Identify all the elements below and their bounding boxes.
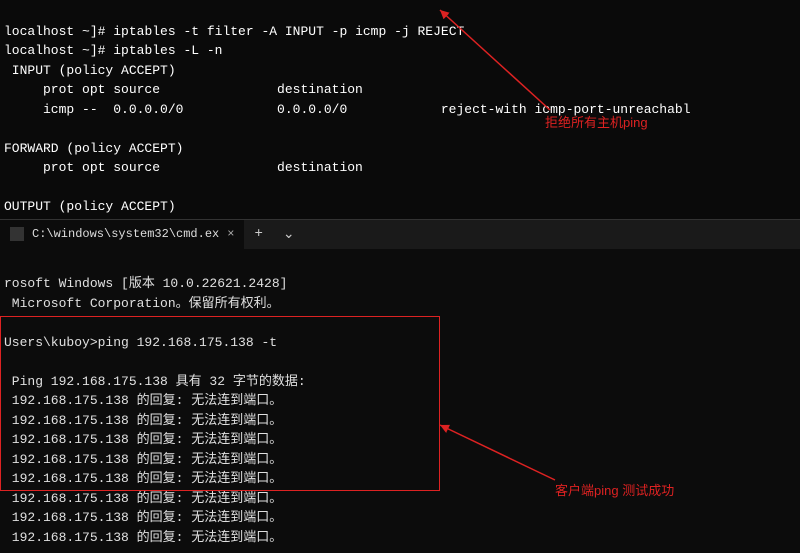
cmd-tab[interactable]: C:\windows\system32\cmd.ex × xyxy=(0,220,244,249)
terminal-line: FORWARD (policy ACCEPT) xyxy=(4,141,183,156)
terminal-line: 192.168.175.138 的回复: 无法连到端口。 xyxy=(4,393,282,408)
terminal-line: 192.168.175.138 的回复: 无法连到端口。 xyxy=(4,471,282,486)
terminal-line: 192.168.175.138 的回复: 无法连到端口。 xyxy=(4,510,282,525)
cmd-terminal[interactable]: rosoft Windows [版本 10.0.22621.2428] Micr… xyxy=(0,249,800,553)
annotation-top: 拒绝所有主机ping xyxy=(545,112,648,131)
terminal-line: Users\kuboy>ping 192.168.175.138 -t xyxy=(4,335,277,350)
terminal-line: localhost ~]# iptables -t filter -A INPU… xyxy=(4,24,464,39)
annotation-bottom: 客户端ping 测试成功 xyxy=(555,480,674,499)
terminal-line: 192.168.175.138 的回复: 无法连到端口。 xyxy=(4,413,282,428)
cmd-icon xyxy=(10,227,24,241)
terminal-line: 192.168.175.138 的回复: 无法连到端口。 xyxy=(4,491,282,506)
terminal-line: 192.168.175.138 的回复: 无法连到端口。 xyxy=(4,432,282,447)
terminal-line: INPUT (policy ACCEPT) xyxy=(4,63,176,78)
terminal-line: 192.168.175.138 的回复: 无法连到端口。 xyxy=(4,452,282,467)
linux-terminal[interactable]: localhost ~]# iptables -t filter -A INPU… xyxy=(0,0,800,219)
terminal-line: rosoft Windows [版本 10.0.22621.2428] xyxy=(4,276,287,291)
terminal-line: Ping 192.168.175.138 具有 32 字节的数据: xyxy=(4,374,306,389)
terminal-line: prot opt source destination xyxy=(4,160,363,175)
terminal-line: OUTPUT (policy ACCEPT) xyxy=(4,199,176,214)
terminal-line: Microsoft Corporation。保留所有权利。 xyxy=(4,296,280,311)
terminal-line: localhost ~]# iptables -L -n xyxy=(4,43,222,58)
terminal-tabbar: C:\windows\system32\cmd.ex × + ⌄ xyxy=(0,219,800,249)
terminal-line: 192.168.175.138 的回复: 无法连到端口。 xyxy=(4,530,282,545)
terminal-line: prot opt source destination xyxy=(4,82,363,97)
new-tab-button[interactable]: + xyxy=(244,226,272,242)
tab-dropdown-icon[interactable]: ⌄ xyxy=(273,226,305,243)
close-icon[interactable]: × xyxy=(227,227,234,241)
tab-title: C:\windows\system32\cmd.ex xyxy=(32,227,219,241)
